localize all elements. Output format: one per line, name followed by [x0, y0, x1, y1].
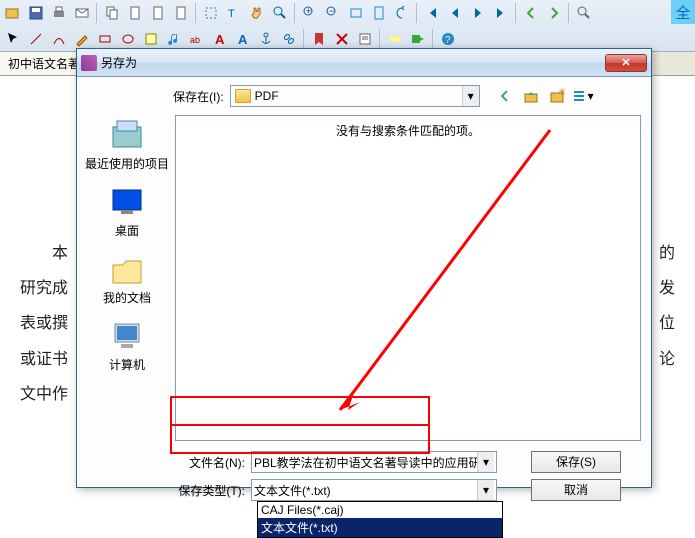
doc3-icon[interactable]	[170, 2, 192, 24]
place-recent[interactable]: 最近使用的项目	[83, 111, 171, 178]
zoom-icon[interactable]	[269, 2, 291, 24]
link-icon[interactable]	[278, 28, 300, 50]
chevron-down-icon[interactable]: ▾	[462, 86, 479, 106]
prev-page-icon[interactable]	[444, 2, 466, 24]
ellipse-icon[interactable]	[117, 28, 139, 50]
svg-text:+: +	[306, 6, 311, 16]
filename-combo[interactable]: ▾	[251, 451, 497, 473]
search-icon[interactable]	[573, 2, 595, 24]
place-mydocs[interactable]: 我的文档	[83, 245, 171, 312]
chevron-down-icon[interactable]: ▾	[477, 452, 494, 472]
zoom-out-icon[interactable]: −	[322, 2, 344, 24]
places-bar: 最近使用的项目 桌面 我的文档 计算机	[83, 111, 171, 401]
music-icon[interactable]	[163, 28, 185, 50]
save-in-label: 保存在(I):	[173, 88, 224, 105]
filename-input[interactable]	[254, 455, 477, 469]
folder-icon	[235, 89, 251, 103]
save-as-dialog: 另存为 ✕ 保存在(I): PDF ▾ ✳ ▾ 最近使用的项目	[76, 48, 652, 488]
hand-icon[interactable]	[246, 2, 268, 24]
app-icon	[81, 55, 97, 71]
select-icon[interactable]	[200, 2, 222, 24]
svg-text:A: A	[238, 32, 248, 47]
file-list-area[interactable]: 没有与搜索条件匹配的项。	[175, 115, 641, 441]
pointer-icon[interactable]	[2, 28, 24, 50]
open-icon[interactable]	[2, 2, 24, 24]
fit-width-icon[interactable]	[345, 2, 367, 24]
save-in-combo[interactable]: PDF ▾	[230, 85, 480, 107]
help-icon[interactable]: ?	[437, 28, 459, 50]
back-nav-icon[interactable]	[494, 85, 516, 107]
filename-label: 文件名(N):	[173, 454, 245, 471]
blue-a-icon[interactable]: A	[232, 28, 254, 50]
note-icon[interactable]	[140, 28, 162, 50]
next-page-icon[interactable]	[467, 2, 489, 24]
svg-text:?: ?	[445, 35, 451, 46]
filetype-value: 文本文件(*.txt)	[254, 482, 477, 499]
place-computer[interactable]: 计算机	[83, 312, 171, 379]
rect-icon[interactable]	[94, 28, 116, 50]
first-page-icon[interactable]	[421, 2, 443, 24]
delete-icon[interactable]	[331, 28, 353, 50]
filetype-label: 保存类型(T):	[173, 482, 245, 499]
properties-icon[interactable]	[354, 28, 376, 50]
forward-icon[interactable]	[543, 2, 565, 24]
svg-text:✳: ✳	[558, 88, 565, 98]
chevron-down-icon[interactable]: ▾	[477, 480, 494, 500]
main-toolbar: T + − ab A A	[0, 0, 695, 52]
doc2-icon[interactable]	[147, 2, 169, 24]
save-in-value: PDF	[255, 89, 462, 103]
save-button[interactable]: 保存(S)	[531, 451, 621, 473]
svg-text:A: A	[215, 32, 225, 47]
last-page-icon[interactable]	[490, 2, 512, 24]
svg-text:−: −	[329, 6, 334, 16]
green-arrow-icon[interactable]	[407, 28, 429, 50]
dialog-title: 另存为	[101, 54, 605, 71]
view-menu-icon[interactable]: ▾	[572, 85, 594, 107]
mail-icon[interactable]	[71, 2, 93, 24]
fit-page-icon[interactable]	[368, 2, 390, 24]
line-icon[interactable]	[25, 28, 47, 50]
fullscreen-button[interactable]: 全	[671, 0, 695, 24]
no-match-label: 没有与搜索条件匹配的项。	[176, 116, 640, 145]
zoom-in-icon[interactable]: +	[299, 2, 321, 24]
save-icon[interactable]	[25, 2, 47, 24]
back-icon[interactable]	[520, 2, 542, 24]
place-desktop[interactable]: 桌面	[83, 178, 171, 245]
pencil-icon[interactable]	[71, 28, 93, 50]
red-a-icon[interactable]: A	[209, 28, 231, 50]
text-select-icon[interactable]: T	[223, 2, 245, 24]
dropdown-option-caj[interactable]: CAJ Files(*.caj)	[258, 502, 502, 518]
new-folder-icon[interactable]: ✳	[546, 85, 568, 107]
dropdown-option-txt[interactable]: 文本文件(*.txt)	[258, 518, 502, 537]
rotate-icon[interactable]	[391, 2, 413, 24]
svg-text:ab: ab	[190, 35, 200, 45]
filetype-combo[interactable]: 文本文件(*.txt) ▾	[251, 479, 497, 501]
print-icon[interactable]	[48, 2, 70, 24]
close-button[interactable]: ✕	[605, 54, 647, 72]
dialog-titlebar[interactable]: 另存为 ✕	[77, 49, 651, 77]
curve-icon[interactable]	[48, 28, 70, 50]
ab-icon[interactable]: ab	[186, 28, 208, 50]
doc1-icon[interactable]	[124, 2, 146, 24]
filetype-dropdown[interactable]: CAJ Files(*.caj) 文本文件(*.txt)	[257, 501, 503, 538]
copy-icon[interactable]	[101, 2, 123, 24]
up-folder-icon[interactable]	[520, 85, 542, 107]
bookmark-icon[interactable]	[308, 28, 330, 50]
highlight-icon[interactable]	[384, 28, 406, 50]
svg-text:T: T	[228, 8, 235, 20]
cancel-button[interactable]: 取消	[531, 479, 621, 501]
anchor-icon[interactable]	[255, 28, 277, 50]
